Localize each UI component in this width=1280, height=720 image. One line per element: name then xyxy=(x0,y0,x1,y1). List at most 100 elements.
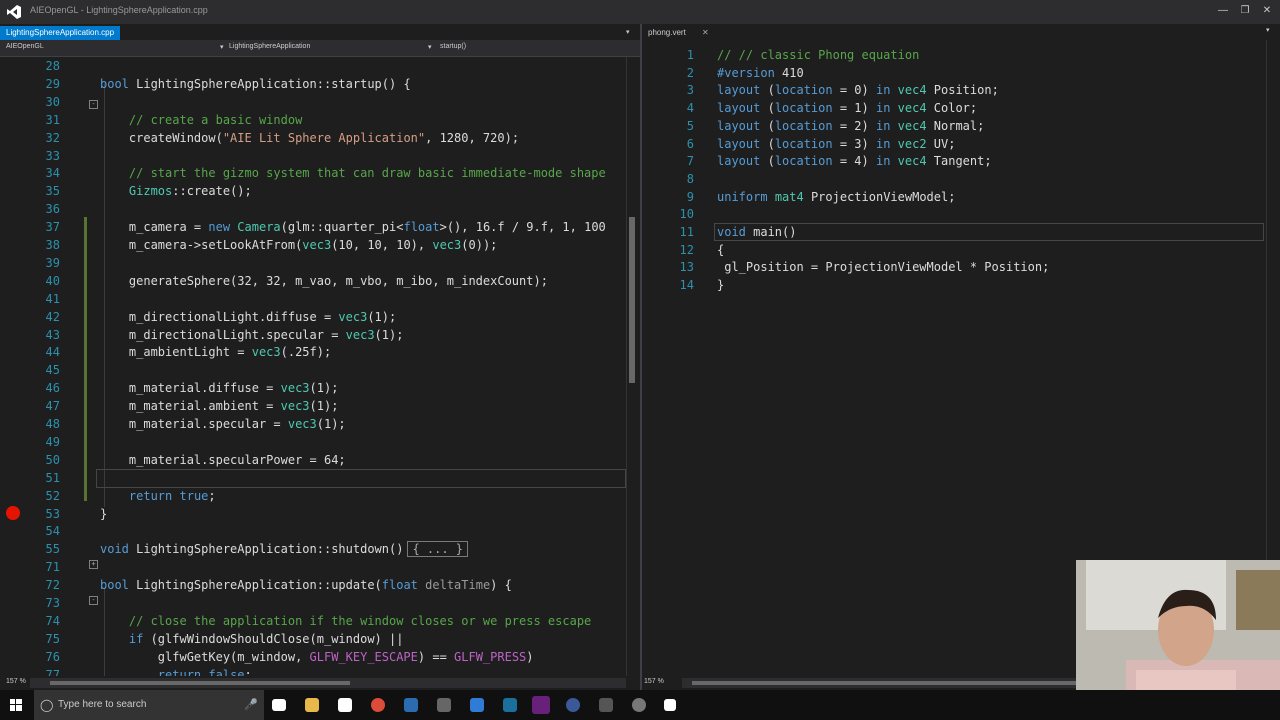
code-line[interactable]: 8 xyxy=(642,170,1266,188)
scrollbar-thumb[interactable] xyxy=(629,217,635,383)
code-line[interactable]: 74 // close the application if the windo… xyxy=(0,612,626,630)
app-icon[interactable] xyxy=(566,698,580,712)
nav-class-dropdown[interactable]: LightingSphereApplication xyxy=(229,43,310,50)
code-line[interactable]: 54 xyxy=(0,522,626,540)
code-text: { xyxy=(717,242,725,257)
code-text: // start the gizmo system that can draw … xyxy=(100,166,606,181)
code-line[interactable]: 31 // create a basic window xyxy=(0,111,626,129)
nav-project-dropdown[interactable]: AIEOpenGL xyxy=(6,43,44,50)
code-line[interactable]: 77 return false; xyxy=(0,666,626,676)
code-line[interactable]: 6 layout (location = 3) in vec2 UV; xyxy=(642,135,1266,153)
app-icon[interactable] xyxy=(437,698,451,712)
code-line[interactable]: 38 m_camera->setLookAtFrom(vec3(10, 10, … xyxy=(0,236,626,254)
code-line[interactable]: 2 #version 410 xyxy=(642,64,1266,82)
code-line[interactable]: 39 xyxy=(0,254,626,272)
collapsed-region[interactable]: { ... } xyxy=(407,541,469,558)
code-line[interactable]: 50 m_material.specularPower = 64; xyxy=(0,451,626,469)
nav-class-dropdown-icon[interactable]: ▾ xyxy=(220,43,224,51)
microphone-icon[interactable]: 🎤 xyxy=(244,690,258,720)
code-text: void main() xyxy=(717,225,797,239)
code-line[interactable]: 13 gl_Position = ProjectionViewModel * P… xyxy=(642,258,1266,276)
code-line[interactable]: 7 layout (location = 4) in vec4 Tangent; xyxy=(642,152,1266,170)
steam-icon[interactable] xyxy=(503,698,517,712)
chrome-icon[interactable] xyxy=(371,698,385,712)
left-vertical-scrollbar[interactable] xyxy=(626,57,637,676)
line-number: 34 xyxy=(45,166,60,181)
code-line[interactable]: 47 m_material.ambient = vec3(1); xyxy=(0,397,626,415)
code-line[interactable]: 71 xyxy=(0,558,626,576)
code-line[interactable]: 52 return true; xyxy=(0,487,626,505)
app-icon[interactable] xyxy=(599,698,613,712)
tab-dropdown-icon[interactable]: ▾ xyxy=(1266,26,1270,34)
code-line[interactable]: 73 xyxy=(0,594,626,612)
zoom-level-left[interactable]: 157 % xyxy=(6,678,26,685)
code-line[interactable]: 10 xyxy=(642,205,1266,223)
tab-lightingsphereapplication-cpp[interactable]: LightingSphereApplication.cpp ✕ xyxy=(0,26,121,51)
store-icon[interactable] xyxy=(338,698,352,712)
code-line[interactable]: 46 m_material.diffuse = vec3(1); xyxy=(0,379,626,397)
code-line[interactable]: 49 xyxy=(0,433,626,451)
line-number: 4 xyxy=(686,101,694,116)
app-icon[interactable] xyxy=(632,698,646,712)
left-horizontal-scrollbar[interactable] xyxy=(30,678,626,688)
code-line[interactable]: 37 m_camera = new Camera(glm::quarter_pi… xyxy=(0,218,626,236)
code-text: layout (location = 1) in vec4 Color; xyxy=(717,101,978,116)
code-line[interactable]: 41 xyxy=(0,290,626,308)
code-text: gl_Position = ProjectionViewModel * Posi… xyxy=(717,260,1050,275)
code-line[interactable]: 30 xyxy=(0,93,626,111)
nav-member-dropdown[interactable]: startup() xyxy=(440,43,466,50)
code-line[interactable]: 11 void main() xyxy=(642,223,1266,241)
line-number: 13 xyxy=(679,260,694,275)
app-icon[interactable] xyxy=(664,699,676,711)
code-text: m_directionalLight.specular = vec3(1); xyxy=(100,327,404,342)
code-line[interactable]: 3 layout (location = 0) in vec4 Position; xyxy=(642,81,1266,99)
code-editor-left[interactable]: - + - 28 29 bool LightingSphereApplication… xyxy=(0,57,626,676)
code-text: // // classic Phong equation xyxy=(717,48,920,62)
file-explorer-icon[interactable] xyxy=(305,698,319,712)
app-icon[interactable] xyxy=(404,698,418,712)
code-line[interactable]: 34 // start the gizmo system that can dr… xyxy=(0,164,626,182)
code-line[interactable]: 4 layout (location = 1) in vec4 Color; xyxy=(642,99,1266,117)
close-window-button[interactable]: ✕ xyxy=(1256,2,1278,20)
line-number: 6 xyxy=(686,136,694,151)
tab-dropdown-icon[interactable]: ▾ xyxy=(626,28,630,36)
code-line[interactable]: 36 xyxy=(0,200,626,218)
tab-label: LightingSphereApplication.cpp xyxy=(6,28,115,37)
taskbar-search-box[interactable]: ◯ Type here to search 🎤 xyxy=(34,690,264,720)
code-line[interactable]: 44 m_ambientLight = vec3(.25f); xyxy=(0,343,626,361)
code-line[interactable]: 72 bool LightingSphereApplication::update… xyxy=(0,576,626,594)
code-line[interactable]: 35 Gizmos::create(); xyxy=(0,182,626,200)
close-tab-icon[interactable]: ✕ xyxy=(702,28,709,37)
code-line[interactable]: 5 layout (location = 2) in vec4 Normal; xyxy=(642,117,1266,135)
code-line[interactable]: 1 // // classic Phong equation xyxy=(642,46,1266,64)
maximize-button[interactable]: ❐ xyxy=(1234,2,1256,20)
visual-studio-icon[interactable] xyxy=(532,696,550,714)
scrollbar-thumb[interactable] xyxy=(50,681,350,685)
windows-start-icon[interactable] xyxy=(10,699,22,711)
code-text: // create a basic window xyxy=(100,112,303,127)
code-line[interactable]: 76 glfwGetKey(m_window, GLFW_KEY_ESCAPE)… xyxy=(0,648,626,666)
code-line[interactable]: 48 m_material.specular = vec3(1); xyxy=(0,415,626,433)
line-number: 1 xyxy=(686,48,694,62)
code-line[interactable]: 9 uniform mat4 ProjectionViewModel; xyxy=(642,188,1266,206)
code-line[interactable]: 55 void LightingSphereApplication::shutdo… xyxy=(0,540,626,558)
tab-phong-vert[interactable]: phong.vert ✕ xyxy=(642,26,715,40)
code-line[interactable]: 14} xyxy=(642,276,1266,294)
code-line[interactable]: 12 { xyxy=(642,241,1266,259)
code-line[interactable]: 40 generateSphere(32, 32, m_vao, m_vbo, … xyxy=(0,272,626,290)
vscode-icon[interactable] xyxy=(470,698,484,712)
code-line[interactable]: 28 xyxy=(0,57,626,75)
code-line[interactable]: 45 xyxy=(0,361,626,379)
nav-member-dropdown-icon[interactable]: ▾ xyxy=(428,43,432,51)
code-line[interactable]: 53} xyxy=(0,505,626,523)
code-line[interactable]: 33 xyxy=(0,147,626,165)
task-view-icon[interactable] xyxy=(272,699,286,711)
code-line[interactable]: 43 m_directionalLight.specular = vec3(1)… xyxy=(0,326,626,344)
zoom-level-right[interactable]: 157 % xyxy=(644,678,664,685)
code-line[interactable]: 51 xyxy=(0,469,626,487)
code-line[interactable]: 29 bool LightingSphereApplication::startu… xyxy=(0,75,626,93)
code-line[interactable]: 42 m_directionalLight.diffuse = vec3(1); xyxy=(0,308,626,326)
minimize-button[interactable]: — xyxy=(1212,2,1234,20)
code-line[interactable]: 75 if (glfwWindowShouldClose(m_window) |… xyxy=(0,630,626,648)
code-line[interactable]: 32 createWindow("AIE Lit Sphere Applicat… xyxy=(0,129,626,147)
